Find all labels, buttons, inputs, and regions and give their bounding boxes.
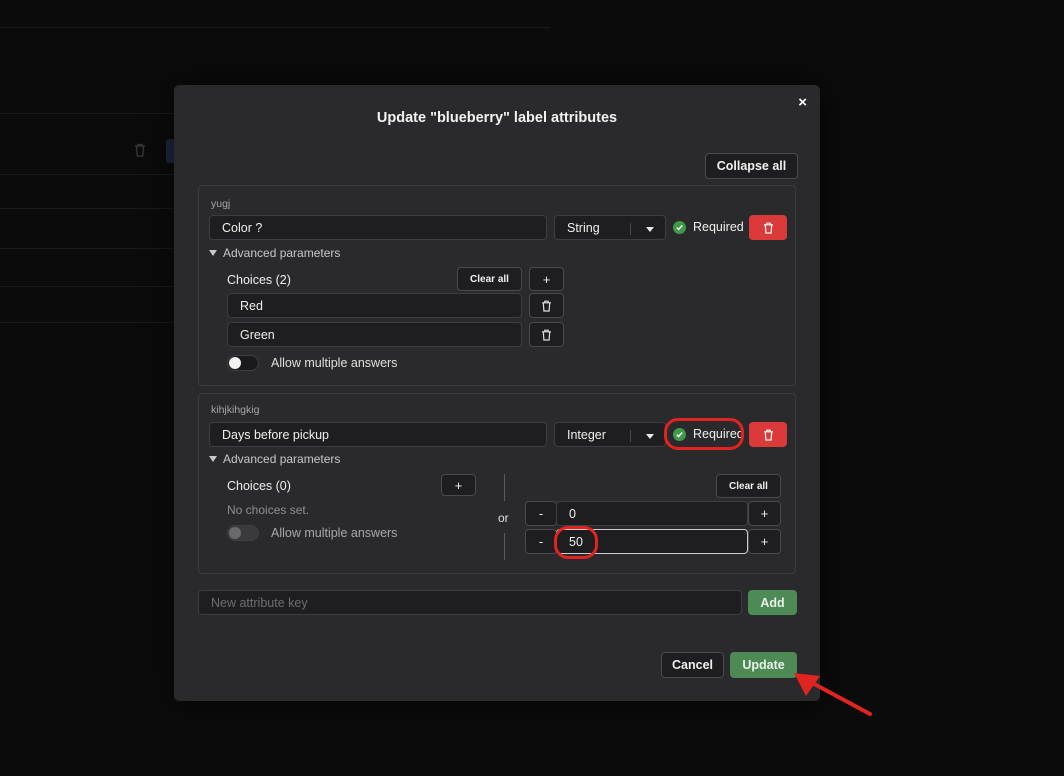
attribute-key-label: kihjkihgkig [211,404,260,416]
trash-icon [763,429,773,441]
advanced-parameters-toggle[interactable]: Advanced parameters [209,246,340,260]
required-checkbox[interactable]: Required [673,427,744,441]
triangle-down-icon [209,250,217,256]
vertical-divider [504,533,505,560]
background-divider [0,174,174,175]
triangle-down-icon [209,456,217,462]
attribute-panel-yugj: yugj Color ? String Required Advanced pa… [198,185,796,386]
decrement-max-button[interactable]: - [525,529,557,554]
new-attribute-input[interactable]: New attribute key [198,590,742,615]
check-circle-icon [673,427,686,441]
attribute-name-input[interactable]: Days before pickup [209,422,547,447]
required-label: Required [693,427,744,441]
attribute-panel-kihjkihgkig: kihjkihgkig Days before pickup Integer R… [198,393,796,574]
attribute-type-select[interactable]: String [554,215,666,240]
choices-title: Choices (2) [227,273,291,287]
background-divider [0,113,174,114]
vertical-divider [504,474,505,501]
increment-min-button[interactable]: + [748,501,781,526]
select-separator [630,223,631,235]
advanced-parameters-label: Advanced parameters [223,452,341,466]
advanced-parameters-toggle[interactable]: Advanced parameters [209,452,340,466]
chevron-down-icon [646,434,654,439]
choice-input[interactable]: Red [227,293,522,318]
range-max-input[interactable]: 50 [556,529,748,554]
required-checkbox[interactable]: Required [673,220,744,234]
attribute-name-input[interactable]: Color ? [209,215,547,240]
attribute-key-label: yugj [211,198,231,210]
increment-max-button[interactable]: + [748,529,781,554]
update-attributes-modal: Update "blueberry" label attributes × Co… [174,85,820,701]
attribute-type-value: String [567,221,600,235]
collapse-all-button[interactable]: Collapse all [705,153,798,179]
delete-choice-button[interactable] [529,322,564,347]
check-circle-icon [673,220,686,234]
allow-multiple-label: Allow multiple answers [271,526,398,540]
choices-title: Choices (0) [227,479,291,493]
add-attribute-button[interactable]: Add [748,590,797,615]
background-divider [0,286,174,287]
allow-multiple-toggle[interactable] [227,355,259,371]
delete-choice-button[interactable] [529,293,564,318]
background-divider [0,208,174,209]
toggle-knob [229,527,241,539]
close-icon[interactable]: × [798,94,807,111]
trash-icon [542,300,551,312]
clear-range-button[interactable]: Clear all [716,474,781,498]
cancel-button[interactable]: Cancel [661,652,724,678]
advanced-parameters-label: Advanced parameters [223,246,341,260]
delete-attribute-button[interactable] [749,215,787,240]
attribute-type-select[interactable]: Integer [554,422,666,447]
toggle-knob [229,357,241,369]
arrow-annotation [794,673,872,716]
range-min-input[interactable]: 0 [556,501,748,526]
clear-all-choices-button[interactable]: Clear all [457,267,522,291]
delete-attribute-button[interactable] [749,422,787,447]
allow-multiple-toggle[interactable] [227,525,259,541]
trash-icon [542,329,551,341]
add-choice-button[interactable]: + [441,474,476,496]
background-divider [0,248,174,249]
background-trash-icon [134,143,146,157]
allow-multiple-label: Allow multiple answers [271,356,398,370]
add-choice-button[interactable]: + [529,267,564,291]
or-label: or [498,511,509,525]
choice-input[interactable]: Green [227,322,522,347]
trash-icon [763,222,773,234]
required-label: Required [693,220,744,234]
background-divider [0,27,550,28]
decrement-min-button[interactable]: - [525,501,557,526]
background-divider [0,322,174,323]
modal-title: Update "blueberry" label attributes [376,110,618,126]
no-choices-text: No choices set. [227,503,310,517]
update-button[interactable]: Update [730,652,797,678]
select-separator [630,430,631,442]
chevron-down-icon [646,227,654,232]
attribute-type-value: Integer [567,428,606,442]
